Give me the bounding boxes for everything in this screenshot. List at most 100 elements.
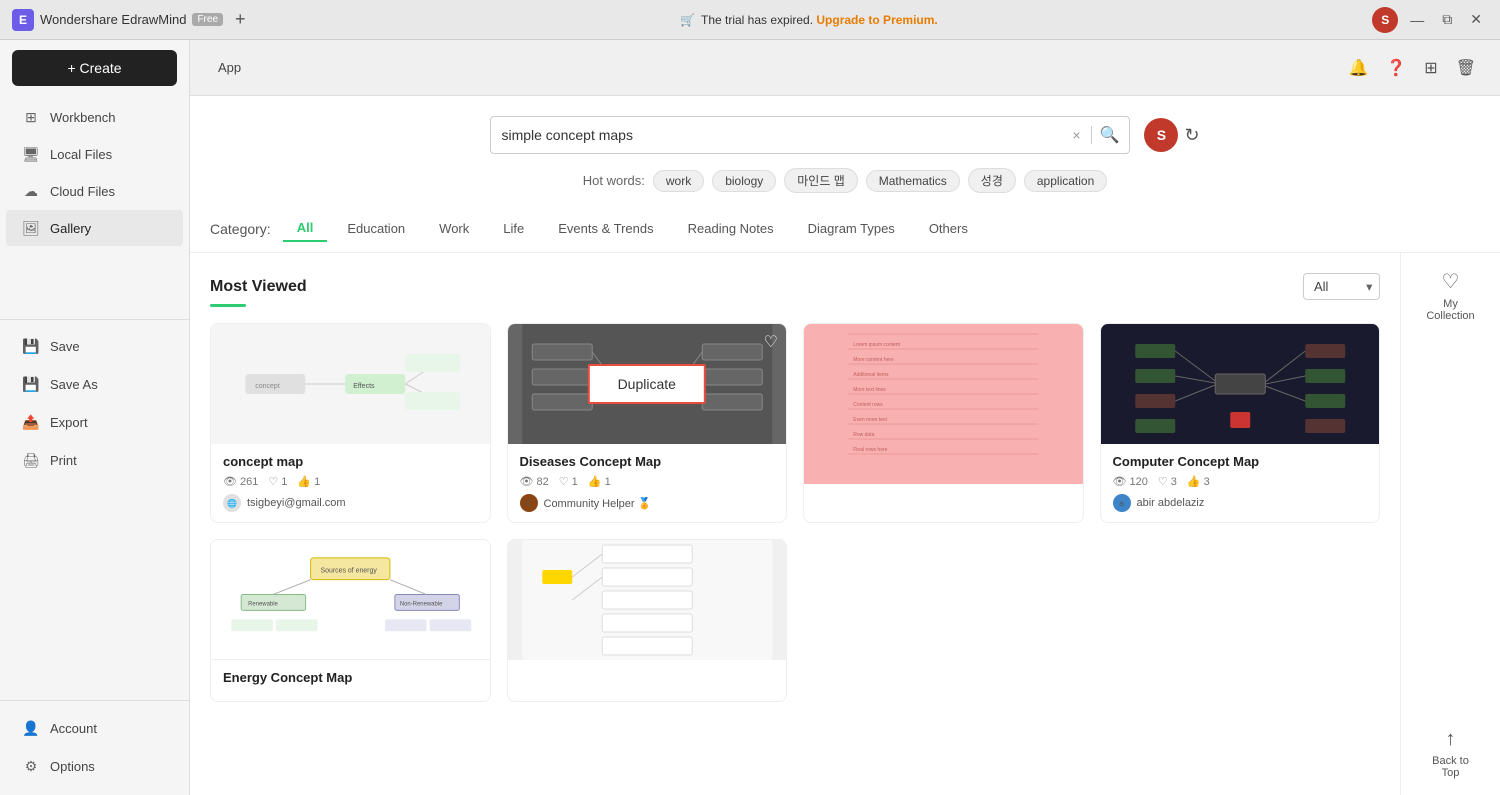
card-meta-1: 👁 261 ♡ 1 👍 1 (223, 475, 478, 488)
sidebar-item-account[interactable]: 👤 Account (6, 710, 183, 746)
maximize-button[interactable]: ⧉ (1436, 9, 1458, 30)
minimize-button[interactable]: — (1404, 10, 1430, 30)
category-reading-button[interactable]: Reading Notes (674, 216, 788, 241)
card-thumbs-4: 👍 3 (1187, 475, 1210, 488)
hot-tag-mindmap[interactable]: 마인드 맵 (784, 168, 858, 193)
my-collection-button[interactable]: ♡ MyCollection (1426, 269, 1474, 322)
card-info-4: Computer Concept Map 👁 120 ♡ 3 👍 3 a abi… (1101, 444, 1380, 522)
search-submit-button[interactable]: 🔍 (1100, 125, 1120, 145)
card-image-1: concept Effects (211, 324, 490, 444)
table-row[interactable]: Diseases (507, 323, 788, 523)
author-avatar-1: 🌐 (223, 494, 241, 512)
card-info-2: Diseases Concept Map 👁 82 ♡ 1 👍 1 C Comm… (508, 444, 787, 522)
trash-button[interactable]: 🗑 (1452, 54, 1480, 82)
help-button[interactable]: ❓ (1382, 54, 1410, 82)
author-avatar-4: a (1113, 494, 1131, 512)
refresh-button[interactable]: ↻ (1184, 125, 1199, 146)
app-button[interactable]: App (210, 56, 249, 79)
duplicate-button[interactable]: Duplicate (588, 364, 706, 404)
sidebar-item-cloud-files[interactable]: ☁ Cloud Files (6, 173, 183, 209)
card-likes-4: ♡ 3 (1158, 475, 1177, 488)
table-row[interactable]: concept Effects concept map 👁 261 ♡ 1 👍 … (210, 323, 491, 523)
sidebar-item-local-files[interactable]: 🖥 Local Files (6, 136, 183, 172)
category-work-button[interactable]: Work (425, 216, 483, 241)
card-views-4: 👁 120 (1113, 475, 1148, 488)
sidebar-label-account: Account (50, 721, 97, 736)
hot-tag-work[interactable]: work (653, 170, 704, 192)
filter-dropdown[interactable]: All Week Month Year (1303, 273, 1380, 300)
card-author-1: 🌐 tsigbeyi@gmail.com (223, 494, 478, 512)
sidebar-item-gallery[interactable]: 🖼 Gallery (6, 210, 183, 246)
sidebar-item-export[interactable]: 📤 Export (6, 405, 183, 441)
sidebar-item-save-as[interactable]: 💾 Save As (6, 367, 183, 403)
table-row[interactable] (507, 539, 788, 702)
category-all-button[interactable]: All (283, 215, 328, 242)
svg-text:Row data: Row data (853, 432, 874, 438)
svg-text:Lorem ipsum content: Lorem ipsum content (853, 342, 900, 348)
top-bar-right: 🔔 ❓ ⊞ 🗑 (1344, 54, 1480, 82)
add-tab-button[interactable]: + (235, 9, 246, 30)
card-info-1: concept map 👁 261 ♡ 1 👍 1 🌐 tsigbeyi@gma… (211, 444, 490, 522)
table-row[interactable]: Sources of energy Renewable Non-Renewabl… (210, 539, 491, 702)
hot-tag-application[interactable]: application (1024, 170, 1107, 192)
search-divider (1091, 126, 1092, 144)
category-events-button[interactable]: Events & Trends (544, 216, 667, 241)
print-icon: 🖨 (22, 452, 40, 470)
account-icon: 👤 (22, 719, 40, 737)
right-sidebar: ♡ MyCollection ↑ Back toTop (1400, 253, 1500, 795)
local-files-icon: 🖥 (22, 145, 40, 163)
hot-words-label: Hot words: (583, 173, 645, 188)
search-input[interactable] (501, 127, 1070, 143)
title-bar: E Wondershare EdrawMind Free + 🛒 The tri… (0, 0, 1500, 40)
sidebar-label-print: Print (50, 453, 77, 468)
search-clear-button[interactable]: × (1070, 125, 1082, 145)
card-likes-2: ♡ 1 (559, 475, 578, 488)
sidebar-label-save-as: Save As (50, 377, 98, 392)
svg-text:Additional items: Additional items (853, 372, 889, 378)
svg-text:Content rows: Content rows (853, 402, 883, 408)
hot-tag-mathematics[interactable]: Mathematics (866, 170, 960, 192)
category-education-button[interactable]: Education (333, 216, 419, 241)
card-meta-2: 👁 82 ♡ 1 👍 1 (520, 475, 775, 488)
notification-button[interactable]: 🔔 (1344, 54, 1372, 82)
card-image-2: Diseases (508, 324, 787, 444)
card-author-4: a abir abdelaziz (1113, 494, 1368, 512)
table-row[interactable]: Computer Concept Map 👁 120 ♡ 3 👍 3 a abi… (1100, 323, 1381, 523)
create-button[interactable]: + Create (12, 50, 177, 86)
my-collection-label: MyCollection (1426, 298, 1474, 322)
back-to-top-button[interactable]: ↑ Back toTop (1432, 728, 1469, 779)
category-life-button[interactable]: Life (489, 216, 538, 241)
hot-tag-biology[interactable]: biology (712, 170, 776, 192)
most-viewed-underline (210, 304, 246, 307)
close-button[interactable]: ✕ (1464, 9, 1488, 30)
card-meta-4: 👁 120 ♡ 3 👍 3 (1113, 475, 1368, 488)
svg-text:Final rows here: Final rows here (853, 447, 887, 453)
hot-words-row: Hot words: work biology 마인드 맵 Mathematic… (210, 168, 1480, 205)
sidebar-item-options[interactable]: ⚙ Options (6, 748, 183, 784)
trial-banner: 🛒 The trial has expired. Upgrade to Prem… (254, 13, 1365, 27)
upgrade-link[interactable]: Upgrade to Premium. (816, 13, 937, 27)
category-diagram-button[interactable]: Diagram Types (794, 216, 909, 241)
options-icon: ⚙ (22, 757, 40, 775)
gallery-area: Most Viewed All Week Month Year (190, 253, 1400, 795)
card-views-1: 👁 261 (223, 475, 258, 488)
sidebar-label-cloud-files: Cloud Files (50, 184, 115, 199)
search-row: × 🔍 S ↻ (210, 116, 1480, 154)
sidebar-item-workbench[interactable]: ⊞ Workbench (6, 99, 183, 135)
sidebar-item-save[interactable]: 💾 Save (6, 329, 183, 365)
category-row: Category: All Education Work Life Events… (210, 205, 1480, 252)
sidebar-item-print[interactable]: 🖨 Print (6, 443, 183, 479)
svg-text:Renewable: Renewable (248, 601, 278, 607)
sidebar: + Create ⊞ Workbench 🖥 Local Files ☁ Clo… (0, 40, 190, 795)
cards-grid-2: Sources of energy Renewable Non-Renewabl… (210, 539, 1380, 702)
grid-button[interactable]: ⊞ (1420, 54, 1441, 82)
save-icon: 💾 (22, 338, 40, 356)
sidebar-label-gallery: Gallery (50, 221, 91, 236)
category-others-button[interactable]: Others (915, 216, 982, 241)
export-icon: 📤 (22, 414, 40, 432)
hot-tag-bible[interactable]: 성경 (968, 168, 1016, 193)
main-scroll: Most Viewed All Week Month Year (190, 253, 1500, 795)
category-label: Category: (210, 221, 271, 237)
table-row[interactable]: Lorem ipsum content More content here Ad… (803, 323, 1084, 523)
heart-collection-icon: ♡ (1442, 269, 1460, 294)
